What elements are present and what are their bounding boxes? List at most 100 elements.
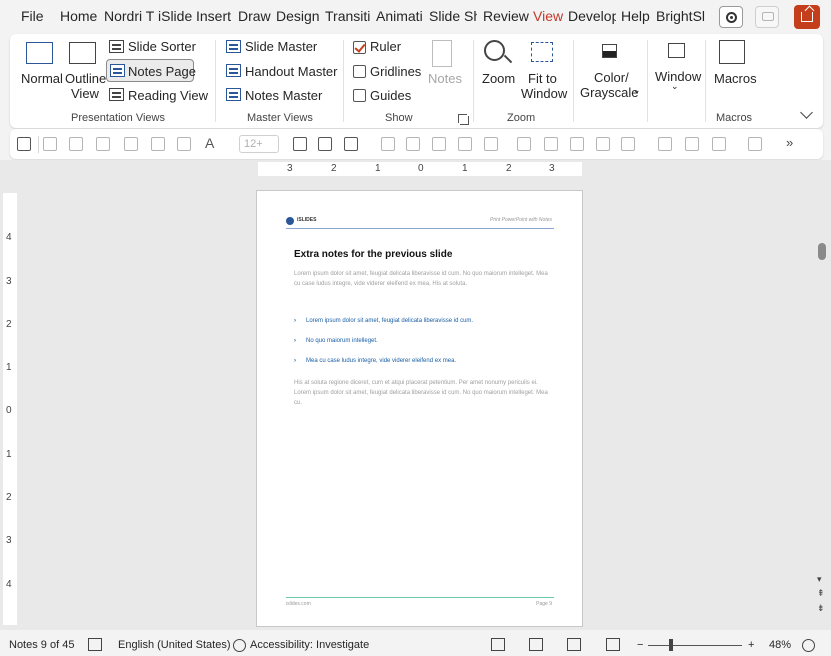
- reading-view-button[interactable]: Reading View: [128, 88, 208, 103]
- star-icon[interactable]: [544, 137, 558, 151]
- distribute-horizontal-icon[interactable]: [658, 137, 672, 151]
- tab-insert[interactable]: Insert: [196, 8, 231, 24]
- ruler-tick: 1: [6, 362, 12, 373]
- bullet-arrow-icon: ›: [294, 358, 296, 364]
- tab-transitions[interactable]: Transitic: [325, 8, 371, 24]
- guides-checkbox[interactable]: [353, 89, 366, 102]
- tab-developer[interactable]: Develop: [568, 8, 616, 24]
- zoom-level[interactable]: 48%: [769, 639, 791, 651]
- font-color-icon[interactable]: A: [205, 135, 214, 151]
- notes-page[interactable]: iSLIDES Print PowerPoint with Notes Extr…: [256, 190, 583, 627]
- language-status[interactable]: English (United States): [118, 639, 231, 651]
- show-dialog-launcher-icon[interactable]: [458, 114, 469, 125]
- shape-icon[interactable]: [43, 137, 57, 151]
- gridlines-checkbox[interactable]: [353, 65, 366, 78]
- distribute-icon[interactable]: [406, 137, 420, 151]
- format-painter-icon[interactable]: [293, 137, 307, 151]
- tab-home[interactable]: Home: [60, 8, 97, 24]
- page-title: Extra notes for the previous slide: [294, 249, 453, 260]
- outline-view-icon: [69, 42, 96, 64]
- bar-chart-icon[interactable]: [381, 137, 395, 151]
- ruler-tick: 3: [287, 163, 293, 174]
- mountain-icon[interactable]: [596, 137, 610, 151]
- tab-brightslide[interactable]: BrightSl: [656, 8, 706, 24]
- present-icon[interactable]: [17, 137, 31, 151]
- ruler-tick: 4: [6, 579, 12, 590]
- arrange-icon[interactable]: [124, 137, 138, 151]
- ruler-tick: 2: [6, 319, 12, 330]
- select-pane-icon[interactable]: [151, 137, 165, 151]
- fit-to-window-button[interactable]: Fit to: [528, 71, 557, 86]
- record-icon: [726, 12, 737, 23]
- ruler-tick: 0: [418, 163, 424, 174]
- tab-slide-show[interactable]: Slide Sh: [429, 8, 477, 24]
- share-button[interactable]: [794, 5, 820, 29]
- bullet-item: › No quo maiorum intelleget.: [294, 338, 378, 344]
- tab-file[interactable]: File: [21, 8, 44, 24]
- ruler-tick: 3: [6, 535, 12, 546]
- zoom-button[interactable]: Zoom: [482, 71, 515, 86]
- spelling-check-icon[interactable]: [88, 638, 102, 651]
- tab-review[interactable]: Review: [483, 8, 529, 24]
- triangle-icon[interactable]: [570, 137, 584, 151]
- more-toolbar-button[interactable]: »: [786, 135, 793, 150]
- normal-button[interactable]: Normal: [21, 71, 63, 86]
- handout-master-button[interactable]: Handout Master: [245, 64, 338, 79]
- reading-view-status-icon[interactable]: [567, 638, 581, 651]
- align-center-icon[interactable]: [432, 137, 446, 151]
- tab-animations[interactable]: Animati: [376, 8, 424, 24]
- align-middle-icon[interactable]: [458, 137, 472, 151]
- normal-view-status-icon[interactable]: [491, 638, 505, 651]
- tab-draw[interactable]: Draw: [238, 8, 271, 24]
- font-size-box[interactable]: 12+: [239, 135, 279, 153]
- slide-sorter-status-icon[interactable]: [529, 638, 543, 651]
- color-grayscale-button[interactable]: Color/: [594, 70, 629, 85]
- merge-shapes-icon[interactable]: [621, 137, 635, 151]
- accessibility-status[interactable]: Accessibility: Investigate: [250, 639, 369, 651]
- previous-slide-icon[interactable]: ⇞: [817, 588, 827, 598]
- slide-show-status-icon[interactable]: [606, 638, 620, 651]
- scroll-down-arrow-icon[interactable]: ▾: [817, 574, 827, 584]
- vertical-scrollbar-thumb[interactable]: [818, 243, 826, 260]
- tab-view[interactable]: View: [533, 8, 563, 24]
- zoom-out-button[interactable]: −: [637, 639, 643, 651]
- collapse-ribbon-chevron-icon[interactable]: [800, 106, 813, 119]
- align-icon[interactable]: [344, 137, 358, 151]
- slide-counter[interactable]: Notes 9 of 45: [9, 639, 74, 651]
- tab-nordri[interactable]: Nordri T: [104, 8, 154, 24]
- group-objects-icon[interactable]: [69, 137, 83, 151]
- tab-help[interactable]: Help: [621, 8, 650, 24]
- zoom-slider-thumb[interactable]: [669, 639, 673, 651]
- zoom-slider[interactable]: [648, 645, 742, 646]
- record-button[interactable]: [719, 6, 743, 28]
- ruler-tick: 1: [6, 449, 12, 460]
- macros-icon: [719, 40, 745, 64]
- normal-view-icon: [26, 42, 53, 64]
- tab-islide[interactable]: iSlide: [158, 8, 192, 24]
- next-slide-icon[interactable]: ⇟: [817, 603, 827, 613]
- crop-frame-icon[interactable]: [177, 137, 191, 151]
- crop-icon[interactable]: [318, 137, 332, 151]
- notes-icon: [432, 40, 452, 67]
- slide-master-button[interactable]: Slide Master: [245, 39, 317, 54]
- zoom-in-button[interactable]: +: [748, 639, 754, 651]
- macros-button[interactable]: Macros: [714, 71, 757, 86]
- ruler-tick: 1: [462, 163, 468, 174]
- edit-shape-icon[interactable]: [748, 137, 762, 151]
- slide-sorter-button[interactable]: Slide Sorter: [128, 39, 196, 54]
- comments-button[interactable]: [755, 6, 779, 28]
- ruler-checkbox[interactable]: [353, 41, 366, 54]
- shape-fill-icon[interactable]: [517, 137, 531, 151]
- group-divider: [573, 40, 574, 122]
- fill-bucket-icon[interactable]: [712, 137, 726, 151]
- distribute-vertical-icon[interactable]: [685, 137, 699, 151]
- align-bottom-icon[interactable]: [484, 137, 498, 151]
- ungroup-icon[interactable]: [96, 137, 110, 151]
- notes-master-button[interactable]: Notes Master: [245, 88, 322, 103]
- notes-button[interactable]: Notes: [428, 71, 462, 86]
- footer-website: islides.com: [286, 601, 311, 607]
- logo-icon: [286, 217, 294, 225]
- tab-design[interactable]: Design: [276, 8, 320, 24]
- fit-slide-icon[interactable]: [802, 639, 815, 652]
- outline-view-button[interactable]: Outline: [65, 71, 106, 86]
